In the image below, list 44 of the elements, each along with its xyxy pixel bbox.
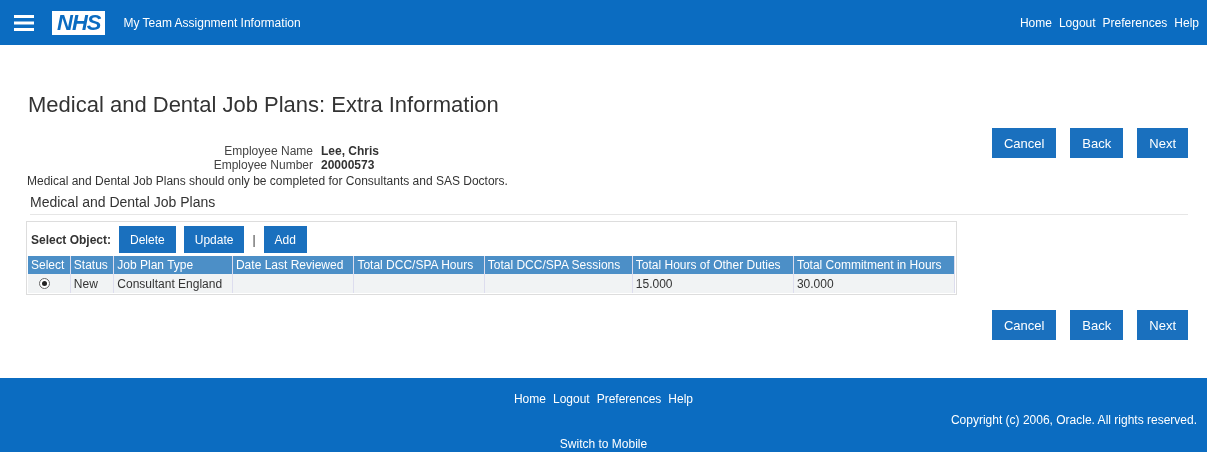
column-header: Date Last Reviewed: [232, 256, 354, 274]
footer-link[interactable]: Home: [513, 392, 546, 406]
column-header: Select: [28, 256, 71, 274]
field-label: Employee Number: [212, 158, 313, 172]
header-link[interactable]: Logout: [1058, 15, 1096, 30]
column-header: Total Commitment in Hours: [793, 256, 955, 274]
note-text: Medical and Dental Job Plans should only be completed for Consultants and SAS Doctors.: [27, 174, 509, 188]
footer-link[interactable]: Help: [668, 392, 694, 406]
menu-icon[interactable]: [14, 14, 34, 31]
app-title: My Team Assignment Information: [123, 15, 301, 30]
column-header: Total DCC/SPA Sessions: [484, 256, 633, 274]
table-cell: 15.000: [632, 274, 794, 293]
table-cell: New: [70, 274, 114, 293]
field-value: 20000573: [321, 158, 376, 172]
select-object-label: Select Object:: [31, 232, 112, 247]
column-header: Total Hours of Other Duties: [632, 256, 794, 274]
radio-button[interactable]: [39, 277, 50, 289]
section-title: Medical and Dental Job Plans: [30, 194, 1188, 215]
field-value: Lee, Chris: [321, 144, 381, 158]
nav-button[interactable]: Next: [1137, 310, 1188, 340]
header-link[interactable]: Help: [1174, 15, 1199, 30]
copyright-text: Copyright (c) 2006, Oracle. All rights reserved.: [950, 413, 1197, 427]
column-header: Job Plan Type: [113, 256, 233, 274]
table-cell: Consultant England: [113, 274, 233, 293]
header-link[interactable]: Preferences: [1102, 15, 1168, 30]
table-cell: 30.000: [793, 274, 955, 293]
action-button[interactable]: Delete: [119, 226, 176, 253]
nav-button[interactable]: Cancel: [991, 310, 1057, 340]
nav-button[interactable]: Back: [1070, 310, 1124, 340]
footer-link[interactable]: Preferences: [596, 392, 662, 406]
field-label: Employee Name: [223, 144, 313, 158]
nav-button[interactable]: Next: [1137, 128, 1188, 158]
nav-button[interactable]: Cancel: [991, 128, 1057, 158]
column-header: Status: [70, 256, 114, 274]
header-link[interactable]: Home: [1019, 15, 1052, 30]
logo: NHS: [52, 10, 106, 35]
page-title: Medical and Dental Job Plans: Extra Information: [28, 91, 500, 118]
column-header: Total DCC/SPA Hours: [353, 256, 485, 274]
action-button[interactable]: Update: [183, 226, 245, 253]
nav-button[interactable]: Back: [1070, 128, 1124, 158]
separator: |: [252, 232, 256, 247]
footer-link[interactable]: Logout: [552, 392, 590, 406]
action-button[interactable]: Add: [263, 226, 307, 253]
switch-to-mobile-link[interactable]: Switch to Mobile: [559, 437, 648, 451]
